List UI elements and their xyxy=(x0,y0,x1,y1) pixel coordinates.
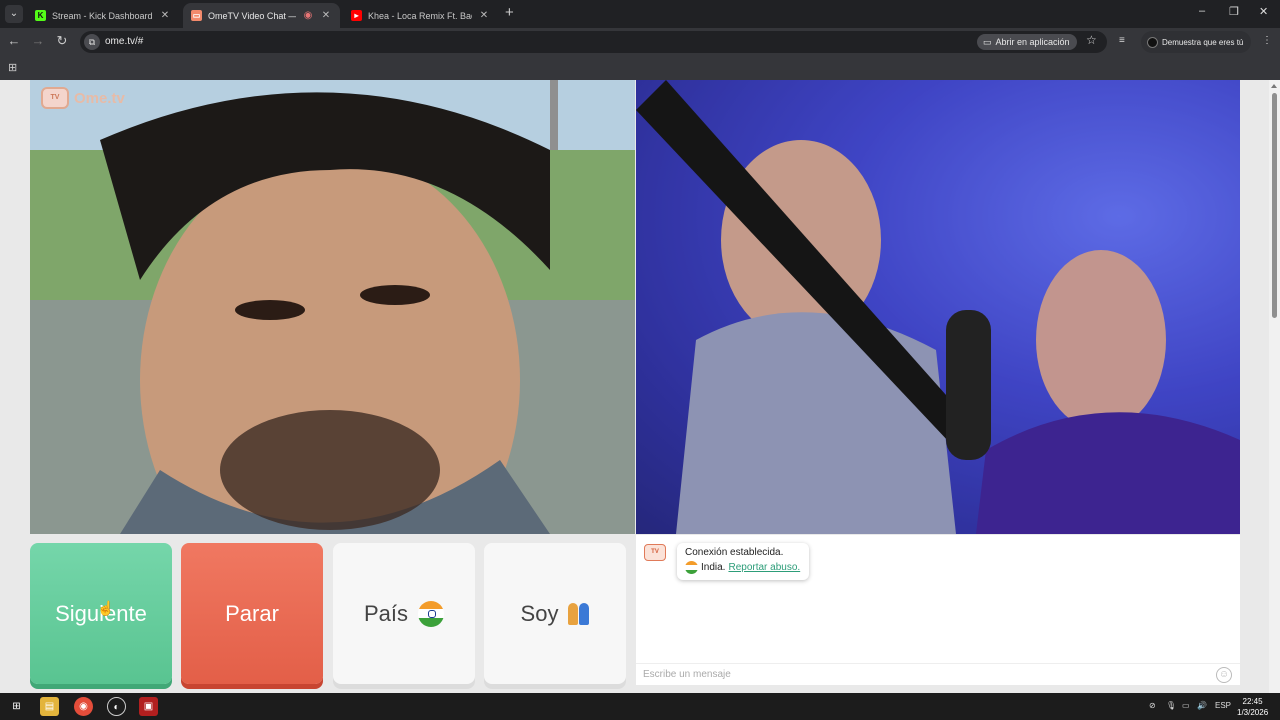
obs-icon[interactable]: ◐ xyxy=(107,697,126,716)
system-message: Conexión establecida. India. Reportar ab… xyxy=(677,543,809,580)
gender-label: Soy xyxy=(520,600,559,626)
app-icon: ▭ xyxy=(983,37,992,47)
address-bar[interactable]: ⧉ ome.tv/# ▭ Abrir en aplicación ☆ xyxy=(80,31,1107,53)
site-info-icon[interactable]: ⧉ xyxy=(84,34,100,50)
microphone-icon[interactable]: 🎙 xyxy=(1166,701,1176,710)
windows-taskbar: ⊞ ▤ ◉ ◐ ▣ ⊘ 🎙 ▭ 🔊 ESP 22:45 1/3/2026 xyxy=(0,693,1280,720)
country-label: País xyxy=(363,600,409,626)
close-tab-icon[interactable]: ✕ xyxy=(159,10,171,21)
new-tab-button[interactable]: + xyxy=(505,5,514,21)
ometv-icon: ▭ xyxy=(191,10,202,21)
apps-grid-icon[interactable]: ⊞ xyxy=(8,61,17,74)
country-text: India. xyxy=(701,562,726,573)
reload-icon[interactable]: ↻ xyxy=(53,33,71,49)
country-button[interactable]: País xyxy=(333,543,475,684)
connection-status: Conexión establecida. xyxy=(685,547,784,558)
back-icon[interactable]: ← xyxy=(5,33,23,48)
media-controls-icon[interactable]: ≡ xyxy=(1119,35,1125,46)
india-flag-icon xyxy=(418,600,445,627)
hand-cursor-icon: ☝ xyxy=(97,600,115,616)
scroll-thumb[interactable] xyxy=(1272,93,1277,318)
scroll-up-icon[interactable] xyxy=(1271,84,1277,88)
url-text[interactable]: ome.tv/# xyxy=(105,36,143,47)
minimize-button[interactable]: – xyxy=(1199,5,1205,17)
system-clock[interactable]: 22:45 1/3/2026 xyxy=(1237,696,1268,718)
tab-kick-dashboard[interactable]: K Stream - Kick Dashboard ✕ xyxy=(27,3,179,28)
logo-text: Ome.tv xyxy=(74,89,125,107)
stop-label: Parar xyxy=(225,600,279,626)
language-indicator[interactable]: ESP xyxy=(1215,701,1231,710)
close-tab-icon[interactable]: ✕ xyxy=(478,10,490,21)
close-tab-icon[interactable]: ✕ xyxy=(320,10,332,21)
tab-title: Khea - Loca Remix Ft. Bad Bunn xyxy=(368,10,472,21)
report-abuse-link[interactable]: Reportar abuso. xyxy=(728,562,800,573)
volume-icon[interactable]: 🔊 xyxy=(1197,701,1207,710)
tab-title: Stream - Kick Dashboard xyxy=(52,10,153,21)
tv-icon: TV xyxy=(41,87,69,109)
kick-icon: K xyxy=(35,10,46,21)
tab-title: OmeTV Video Chat — Ome xyxy=(208,10,296,21)
clock-time: 22:45 xyxy=(1242,697,1263,706)
page-scrollbar[interactable] xyxy=(1269,80,1280,693)
profile-button[interactable]: Demuestra que eres tú xyxy=(1141,31,1252,53)
emoji-icon[interactable]: ☺ xyxy=(1216,667,1232,683)
message-input[interactable]: Escribe un mensaje ☺ xyxy=(636,663,1240,685)
network-icon[interactable]: ⊘ xyxy=(1149,701,1156,710)
ometv-logo: TV Ome.tv xyxy=(41,87,125,109)
tab-youtube[interactable]: ▸ Khea - Loca Remix Ft. Bad Bunn ✕ xyxy=(343,3,498,28)
browser-toolbar: ← → ↻ ⧉ ome.tv/# ▭ Abrir en aplicación ☆… xyxy=(0,28,1280,56)
stranger-video: TV Ome.tv xyxy=(30,80,635,534)
stranger-video-frame xyxy=(30,80,635,534)
windows-start-icon[interactable]: ⊞ xyxy=(7,697,26,716)
tab-search-button[interactable]: ⌄ xyxy=(5,5,23,23)
bookmark-star-icon[interactable]: ☆ xyxy=(1086,33,1097,47)
profile-label: Demuestra que eres tú xyxy=(1162,37,1244,47)
forward-icon[interactable]: → xyxy=(29,33,47,48)
wifi-icon[interactable]: ▭ xyxy=(1182,701,1190,710)
india-flag-icon xyxy=(685,561,698,574)
avatar xyxy=(1147,36,1158,48)
gender-button[interactable]: Soy xyxy=(484,543,626,684)
open-in-app-button[interactable]: ▭ Abrir en aplicación xyxy=(977,34,1077,50)
self-video-frame xyxy=(636,80,1240,534)
close-window-button[interactable]: ✕ xyxy=(1259,5,1268,18)
restore-button[interactable]: ❐ xyxy=(1229,5,1239,18)
file-explorer-icon[interactable]: ▤ xyxy=(40,697,59,716)
self-video xyxy=(636,80,1240,534)
tab-ometv[interactable]: ▭ OmeTV Video Chat — Ome ◉ ✕ xyxy=(183,3,340,28)
ometv-chat-icon: TV xyxy=(644,544,666,561)
app-icon[interactable]: ▣ xyxy=(139,697,158,716)
ometv-page: TV Ome.tv Siguiente Parar País Soy ☝ TV xyxy=(0,80,1280,693)
bookmarks-bar: ⊞ xyxy=(0,56,1280,80)
couple-icon xyxy=(568,602,590,625)
recording-icon: ◉ xyxy=(303,10,313,21)
youtube-icon: ▸ xyxy=(351,10,362,21)
tab-strip: ⌄ K Stream - Kick Dashboard ✕ ▭ OmeTV Vi… xyxy=(0,0,1280,28)
open-in-app-label: Abrir en aplicación xyxy=(995,37,1070,47)
browser-menu-icon[interactable]: ⋮ xyxy=(1262,35,1272,46)
clock-date: 1/3/2026 xyxy=(1237,708,1269,717)
stop-button[interactable]: Parar xyxy=(181,543,323,684)
message-placeholder: Escribe un mensaje xyxy=(643,669,731,680)
chrome-icon[interactable]: ◉ xyxy=(74,697,93,716)
